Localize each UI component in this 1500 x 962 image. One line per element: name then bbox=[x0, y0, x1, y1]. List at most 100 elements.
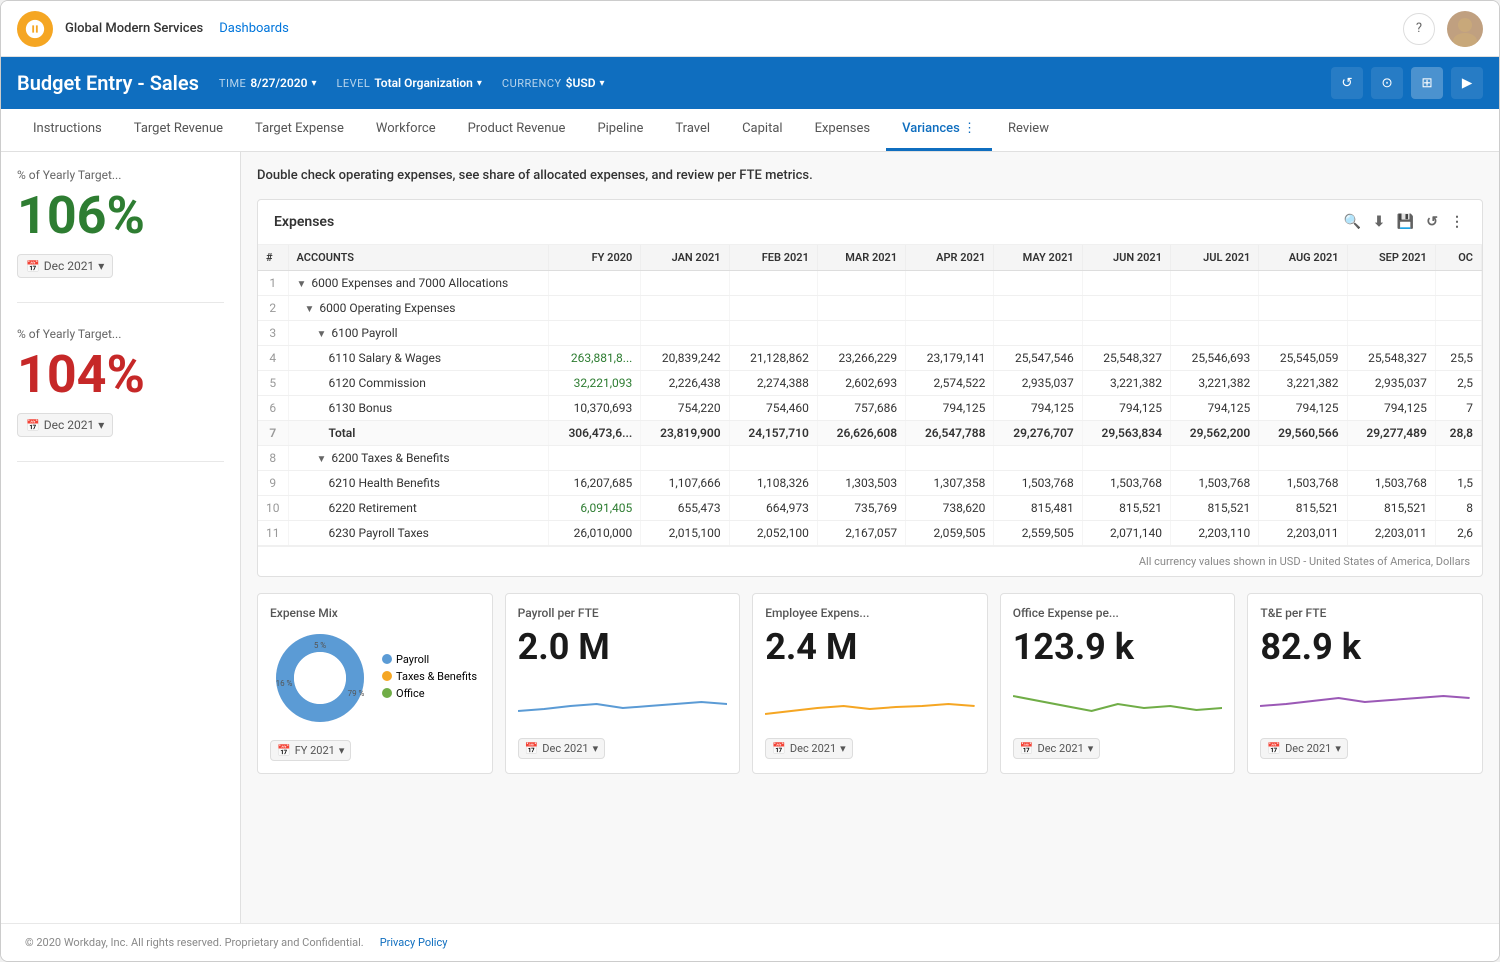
office-expense-date-button[interactable]: 📅 Dec 2021 ▾ bbox=[1013, 738, 1101, 759]
row-account: 6220 Retirement bbox=[288, 496, 549, 521]
video-button[interactable]: ▶ bbox=[1451, 67, 1483, 99]
metric2-date: Dec 2021 bbox=[44, 418, 94, 432]
expense-mix-date: FY 2021 bbox=[295, 744, 335, 757]
copyright-text: © 2020 Workday, Inc. All rights reserved… bbox=[25, 936, 364, 949]
currency-filter[interactable]: CURRENCY $USD ▾ bbox=[502, 76, 605, 90]
dashboards-link[interactable]: Dashboards bbox=[219, 21, 289, 36]
table-row: 9 6210 Health Benefits 16,207,685 1,107,… bbox=[258, 471, 1482, 496]
row-account: 6130 Bonus bbox=[288, 396, 549, 421]
currency-arrow-icon: ▾ bbox=[600, 78, 605, 89]
col-jun2021: JUN 2021 bbox=[1082, 245, 1170, 271]
table-row-total: 7 Total 306,473,6... 23,819,900 24,157,7… bbox=[258, 421, 1482, 446]
employee-expense-value: 2.4 M bbox=[765, 628, 975, 668]
employee-expense-date-button[interactable]: 📅 Dec 2021 ▾ bbox=[765, 738, 853, 759]
tab-target-expense[interactable]: Target Expense bbox=[239, 109, 360, 151]
col-jan2021: JAN 2021 bbox=[641, 245, 729, 271]
row-num: 7 bbox=[258, 421, 288, 446]
col-apr2021: APR 2021 bbox=[906, 245, 994, 271]
tab-expenses[interactable]: Expenses bbox=[799, 109, 887, 151]
help-button[interactable]: ? bbox=[1403, 13, 1435, 45]
row-account: ▼ 6100 Payroll bbox=[288, 321, 549, 346]
te-per-fte-card: T&E per FTE 82.9 k 📅 Dec 2021 ▾ bbox=[1247, 593, 1483, 774]
payroll-fte-date-button[interactable]: 📅 Dec 2021 ▾ bbox=[518, 738, 606, 759]
te-fte-title: T&E per FTE bbox=[1260, 606, 1470, 620]
more-tool-icon[interactable]: ⋮ bbox=[1448, 212, 1466, 232]
tab-workforce[interactable]: Workforce bbox=[360, 109, 452, 151]
table-row: 11 6230 Payroll Taxes 26,010,000 2,015,1… bbox=[258, 521, 1482, 546]
privacy-policy-link[interactable]: Privacy Policy bbox=[380, 936, 448, 949]
page-title: Budget Entry - Sales bbox=[17, 71, 199, 95]
metric2-date-button[interactable]: 📅 Dec 2021 ▾ bbox=[17, 413, 113, 437]
col-feb2021: FEB 2021 bbox=[729, 245, 817, 271]
time-arrow-icon: ▾ bbox=[311, 78, 316, 89]
level-arrow-icon: ▾ bbox=[477, 78, 482, 89]
col-aug2021: AUG 2021 bbox=[1259, 245, 1347, 271]
row-num: 2 bbox=[258, 296, 288, 321]
level-filter[interactable]: LEVEL Total Organization ▾ bbox=[336, 76, 481, 90]
employee-expense-arrow-icon: ▾ bbox=[840, 742, 846, 755]
te-fte-arrow-icon: ▾ bbox=[1335, 742, 1341, 755]
tab-capital[interactable]: Capital bbox=[726, 109, 798, 151]
tab-instructions[interactable]: Instructions bbox=[17, 109, 118, 151]
top-nav: Global Modern Services Dashboards ? bbox=[1, 1, 1499, 57]
col-jul2021: JUL 2021 bbox=[1170, 245, 1258, 271]
refresh-tool-icon[interactable]: ↺ bbox=[1424, 212, 1440, 232]
taxes-dot bbox=[382, 671, 392, 681]
expense-mix-card: Expense Mix bbox=[257, 593, 493, 774]
save-tool-icon[interactable]: 💾 bbox=[1395, 212, 1416, 232]
expense-mix-date-button[interactable]: 📅 FY 2021 ▾ bbox=[270, 740, 351, 761]
row-num: 8 bbox=[258, 446, 288, 471]
office-expense-chart bbox=[1013, 676, 1223, 726]
calendar-icon-4: 📅 bbox=[525, 742, 539, 755]
metric1-label: % of Yearly Target... bbox=[17, 168, 224, 182]
app-footer: © 2020 Workday, Inc. All rights reserved… bbox=[1, 923, 1499, 961]
screenshot-button[interactable]: ⊙ bbox=[1371, 67, 1403, 99]
user-avatar[interactable] bbox=[1447, 11, 1483, 47]
te-fte-chart bbox=[1260, 676, 1470, 726]
tab-variances[interactable]: Variances ⋮ bbox=[886, 109, 992, 151]
calendar-icon-7: 📅 bbox=[1267, 742, 1281, 755]
employee-expense-card: Employee Expens... 2.4 M 📅 Dec 2021 ▾ bbox=[752, 593, 988, 774]
section-header: Expenses 🔍 ⬇ 💾 ↺ ⋮ bbox=[258, 200, 1482, 245]
expenses-section: Expenses 🔍 ⬇ 💾 ↺ ⋮ # ACCOUN bbox=[257, 199, 1483, 577]
header-bar: Budget Entry - Sales TIME 8/27/2020 ▾ LE… bbox=[1, 57, 1499, 109]
expense-mix-title: Expense Mix bbox=[270, 606, 480, 620]
office-expense-date: Dec 2021 bbox=[1037, 742, 1083, 755]
tab-travel[interactable]: Travel bbox=[659, 109, 726, 151]
grid-view-button[interactable]: ⊞ bbox=[1411, 67, 1443, 99]
employee-expense-title: Employee Expens... bbox=[765, 606, 975, 620]
tab-product-revenue[interactable]: Product Revenue bbox=[452, 109, 582, 151]
search-tool-icon[interactable]: 🔍 bbox=[1342, 212, 1363, 232]
right-content: Double check operating expenses, see sha… bbox=[241, 152, 1499, 923]
tab-review[interactable]: Review bbox=[992, 109, 1065, 151]
office-expense-arrow-icon: ▾ bbox=[1088, 742, 1094, 755]
time-filter[interactable]: TIME 8/27/2020 ▾ bbox=[219, 76, 317, 90]
metric2-value: 104% bbox=[17, 349, 224, 401]
donut-legend: Payroll Taxes & Benefits Office bbox=[382, 653, 477, 704]
table-footer: All currency values shown in USD - Unite… bbox=[258, 546, 1482, 576]
sidebar: % of Yearly Target... 106% 📅 Dec 2021 ▾ … bbox=[1, 152, 241, 923]
payroll-label: Payroll bbox=[396, 653, 429, 666]
payroll-dot bbox=[382, 654, 392, 664]
svg-text:5 %: 5 % bbox=[314, 641, 326, 650]
refresh-button[interactable]: ↺ bbox=[1331, 67, 1363, 99]
te-fte-date-button[interactable]: 📅 Dec 2021 ▾ bbox=[1260, 738, 1348, 759]
tab-pipeline[interactable]: Pipeline bbox=[581, 109, 659, 151]
payroll-fte-card: Payroll per FTE 2.0 M 📅 Dec 2021 ▾ bbox=[505, 593, 741, 774]
table-row: 2 ▼ 6000 Operating Expenses bbox=[258, 296, 1482, 321]
metric1-date-button[interactable]: 📅 Dec 2021 ▾ bbox=[17, 254, 113, 278]
table-row: 1 ▼ 6000 Expenses and 7000 Allocations bbox=[258, 271, 1482, 296]
expenses-table: # ACCOUNTS FY 2020 JAN 2021 FEB 2021 MAR… bbox=[258, 245, 1482, 546]
te-fte-value: 82.9 k bbox=[1260, 628, 1470, 668]
metric1-arrow-icon: ▾ bbox=[98, 259, 104, 273]
employee-expense-date: Dec 2021 bbox=[790, 742, 836, 755]
office-expense-card: Office Expense pe... 123.9 k 📅 Dec 2021 … bbox=[1000, 593, 1236, 774]
section-title: Expenses bbox=[274, 214, 334, 230]
workday-logo bbox=[17, 11, 53, 47]
row-num: 3 bbox=[258, 321, 288, 346]
col-num: # bbox=[258, 245, 288, 271]
sidebar-metric-1: % of Yearly Target... 106% 📅 Dec 2021 ▾ bbox=[17, 168, 224, 303]
download-tool-icon[interactable]: ⬇ bbox=[1371, 212, 1387, 232]
row-account: ▼ 6000 Expenses and 7000 Allocations bbox=[288, 271, 549, 296]
tab-target-revenue[interactable]: Target Revenue bbox=[118, 109, 239, 151]
